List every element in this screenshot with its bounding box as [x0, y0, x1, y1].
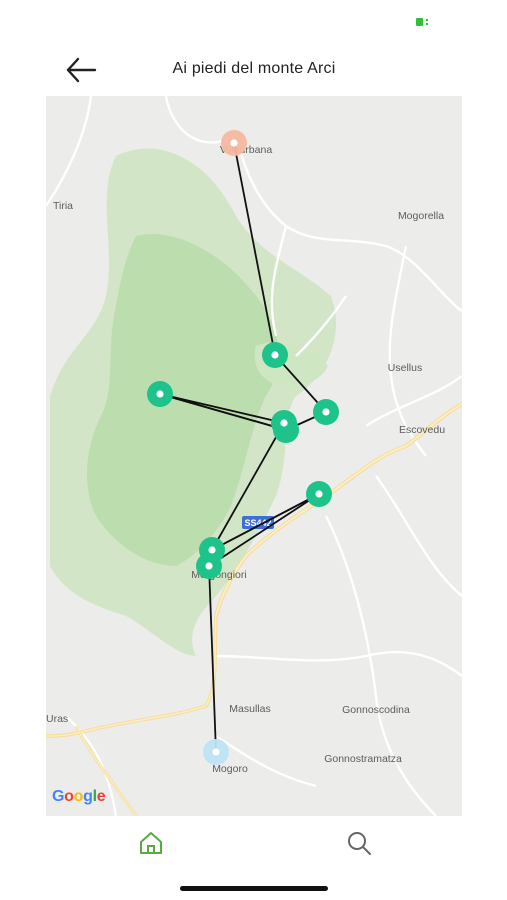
place-label-masullas: Masullas [229, 703, 270, 715]
map-canvas[interactable]: SS442 VillaurbanaTiriaMogorellaUsellusEs… [46, 96, 462, 816]
route-waypoint-marker[interactable] [262, 342, 288, 368]
tab-bar [46, 816, 462, 900]
place-label-gonnoscodina: Gonnoscodina [342, 704, 410, 716]
page-title: Ai piedi del monte Arci [172, 60, 336, 77]
tab-search[interactable] [344, 828, 374, 858]
home-icon [140, 832, 162, 854]
route-waypoint-marker[interactable] [271, 410, 297, 436]
google-logo-text: Google [52, 788, 106, 805]
status-bar [46, 0, 462, 44]
place-label-tiria: Tiria [53, 200, 73, 212]
route-end-marker[interactable] [203, 739, 229, 765]
route-waypoint-marker[interactable] [147, 381, 173, 407]
route-start-marker[interactable] [221, 130, 247, 156]
route-waypoint-marker[interactable] [196, 553, 222, 579]
battery-icon [416, 18, 428, 26]
place-label-gonnostramatza: Gonnostramatza [324, 753, 402, 765]
route-waypoint-marker[interactable] [313, 399, 339, 425]
home-indicator [180, 886, 328, 891]
place-label-mogorella: Mogorella [398, 210, 444, 222]
google-logo: Google [52, 788, 106, 806]
header: Ai piedi del monte Arci [46, 44, 462, 96]
tab-home[interactable] [136, 828, 166, 858]
place-label-usellus: Usellus [388, 362, 422, 374]
search-icon [348, 832, 371, 855]
map-view[interactable]: SS442 Villaurbana Tiria Mogorella Usellus Es… [46, 96, 462, 816]
place-label-escovedu: Escovedu [399, 424, 445, 436]
place-label-uras: Uras [46, 713, 68, 725]
route-waypoint-marker[interactable] [306, 481, 332, 507]
